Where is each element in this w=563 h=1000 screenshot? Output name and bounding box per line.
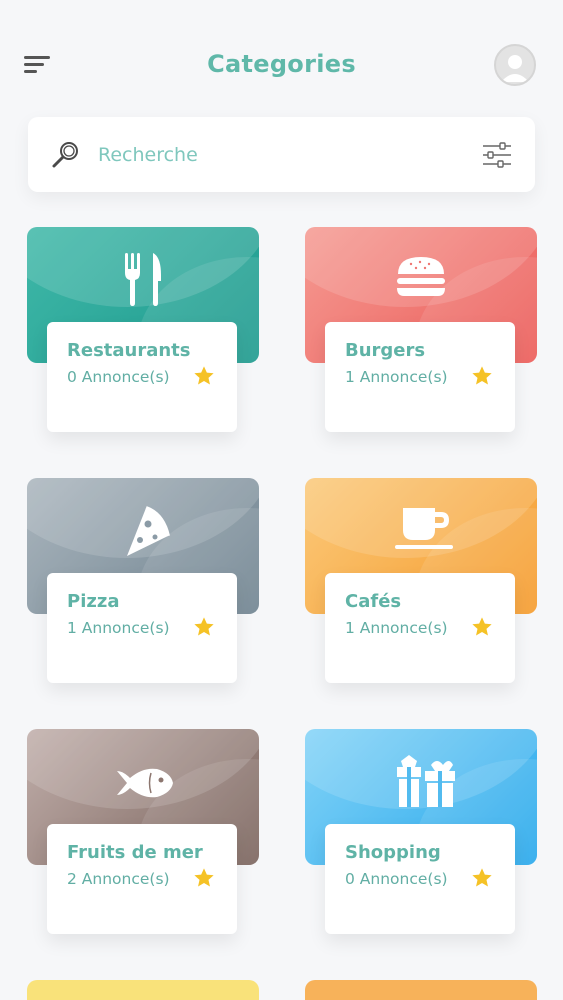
category-card-restaurants[interactable]: Restaurants 0 Annonce(s) bbox=[27, 227, 259, 437]
category-card-fruits-de-mer[interactable]: Fruits de mer 2 Annonce(s) bbox=[27, 729, 259, 939]
category-count: 0 Annonce(s) bbox=[345, 870, 448, 888]
category-card-cafes[interactable]: Cafés 1 Annonce(s) bbox=[305, 478, 537, 688]
category-count: 1 Annonce(s) bbox=[345, 619, 448, 637]
category-grid: Restaurants 0 Annonce(s) Burgers 1 Annon… bbox=[0, 0, 563, 1000]
category-name: Cafés bbox=[345, 591, 402, 612]
card-info: Restaurants 0 Annonce(s) bbox=[47, 322, 237, 432]
category-count: 2 Annonce(s) bbox=[67, 870, 170, 888]
category-name: Burgers bbox=[345, 340, 426, 361]
fish-icon bbox=[113, 763, 173, 823]
star-icon[interactable] bbox=[471, 365, 493, 387]
category-name: Fruits de mer bbox=[67, 842, 203, 863]
card-info: Burgers 1 Annonce(s) bbox=[325, 322, 515, 432]
star-icon[interactable] bbox=[471, 616, 493, 638]
star-icon[interactable] bbox=[471, 867, 493, 889]
star-icon[interactable] bbox=[193, 365, 215, 387]
fork-knife-icon bbox=[113, 249, 173, 309]
star-icon[interactable] bbox=[193, 867, 215, 889]
card-info: Fruits de mer 2 Annonce(s) bbox=[47, 824, 237, 934]
card-info: Shopping 0 Annonce(s) bbox=[325, 824, 515, 934]
category-name: Restaurants bbox=[67, 340, 191, 361]
category-name: Pizza bbox=[67, 591, 120, 612]
card-info: Pizza 1 Annonce(s) bbox=[47, 573, 237, 683]
card-info: Cafés 1 Annonce(s) bbox=[325, 573, 515, 683]
category-card-partial[interactable] bbox=[27, 980, 259, 1000]
category-count: 1 Annonce(s) bbox=[67, 619, 170, 637]
category-count: 0 Annonce(s) bbox=[67, 368, 170, 386]
burger-icon bbox=[391, 249, 451, 309]
star-icon[interactable] bbox=[193, 616, 215, 638]
category-card-shopping[interactable]: Shopping 0 Annonce(s) bbox=[305, 729, 537, 939]
category-card-pizza[interactable]: Pizza 1 Annonce(s) bbox=[27, 478, 259, 688]
pizza-slice-icon bbox=[113, 500, 173, 560]
category-card-burgers[interactable]: Burgers 1 Annonce(s) bbox=[305, 227, 537, 437]
gift-icon bbox=[393, 753, 455, 813]
coffee-cup-icon bbox=[393, 504, 453, 564]
category-card-partial[interactable] bbox=[305, 980, 537, 1000]
category-count: 1 Annonce(s) bbox=[345, 368, 448, 386]
category-name: Shopping bbox=[345, 842, 441, 863]
